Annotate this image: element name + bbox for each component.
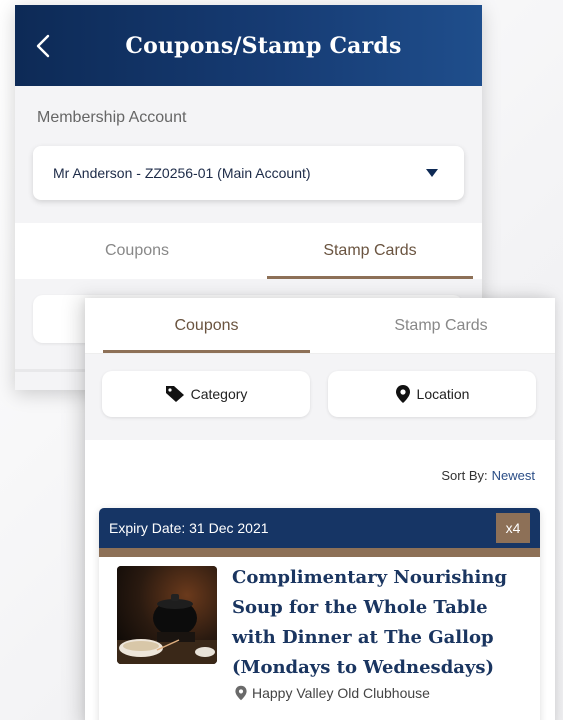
page-title: Coupons/Stamp Cards: [125, 32, 402, 59]
coupon-card[interactable]: Expiry Date: 31 Dec 2021 x4 Complimentar…: [99, 508, 540, 720]
membership-account-label: Membership Account: [37, 109, 187, 126]
tab-coupons[interactable]: Coupons: [15, 223, 259, 279]
tab-bar: Coupons Stamp Cards: [85, 298, 555, 354]
sort-label: Sort By:: [441, 468, 488, 483]
caret-down-icon: [426, 169, 438, 177]
tab-coupons[interactable]: Coupons: [103, 298, 310, 353]
map-pin-icon: [395, 385, 410, 403]
coupon-title: Complimentary Nourishing Soup for the Wh…: [232, 567, 508, 678]
membership-account-value: Mr Anderson - ZZ0256-01 (Main Account): [53, 165, 311, 181]
active-tab-indicator: [103, 350, 310, 353]
membership-account-select[interactable]: Mr Anderson - ZZ0256-01 (Main Account): [33, 146, 464, 200]
active-tab-indicator: [267, 276, 473, 279]
tab-stamp-cards[interactable]: Stamp Cards: [330, 298, 552, 353]
tag-icon: [165, 386, 184, 402]
sort-control[interactable]: Sort By: Newest: [441, 468, 535, 483]
location-pin-icon: [235, 685, 247, 701]
category-filter-button[interactable]: Category: [102, 371, 310, 417]
sort-value[interactable]: Newest: [492, 468, 535, 483]
tab-bar: Coupons Stamp Cards: [15, 223, 482, 279]
coupon-location-text: Happy Valley Old Clubhouse: [252, 685, 430, 701]
coupon-card-header: Expiry Date: 31 Dec 2021 x4: [99, 508, 540, 548]
soup-pot-image: [117, 566, 217, 664]
coupon-location: Happy Valley Old Clubhouse: [234, 685, 430, 701]
filter-bar: Category Location: [85, 354, 555, 440]
expiry-date: Expiry Date: 31 Dec 2021: [109, 520, 269, 536]
card-accent-stripe: [99, 548, 540, 557]
app-header: Coupons/Stamp Cards: [15, 5, 482, 86]
coupons-screen: Coupons Stamp Cards Category Location So…: [85, 298, 555, 720]
category-filter-label: Category: [190, 386, 248, 402]
coupon-image: [117, 566, 217, 664]
location-filter-button[interactable]: Location: [328, 371, 536, 417]
tab-stamp-cards[interactable]: Stamp Cards: [267, 223, 473, 279]
location-filter-label: Location: [416, 386, 470, 402]
quantity-badge: x4: [496, 513, 530, 543]
